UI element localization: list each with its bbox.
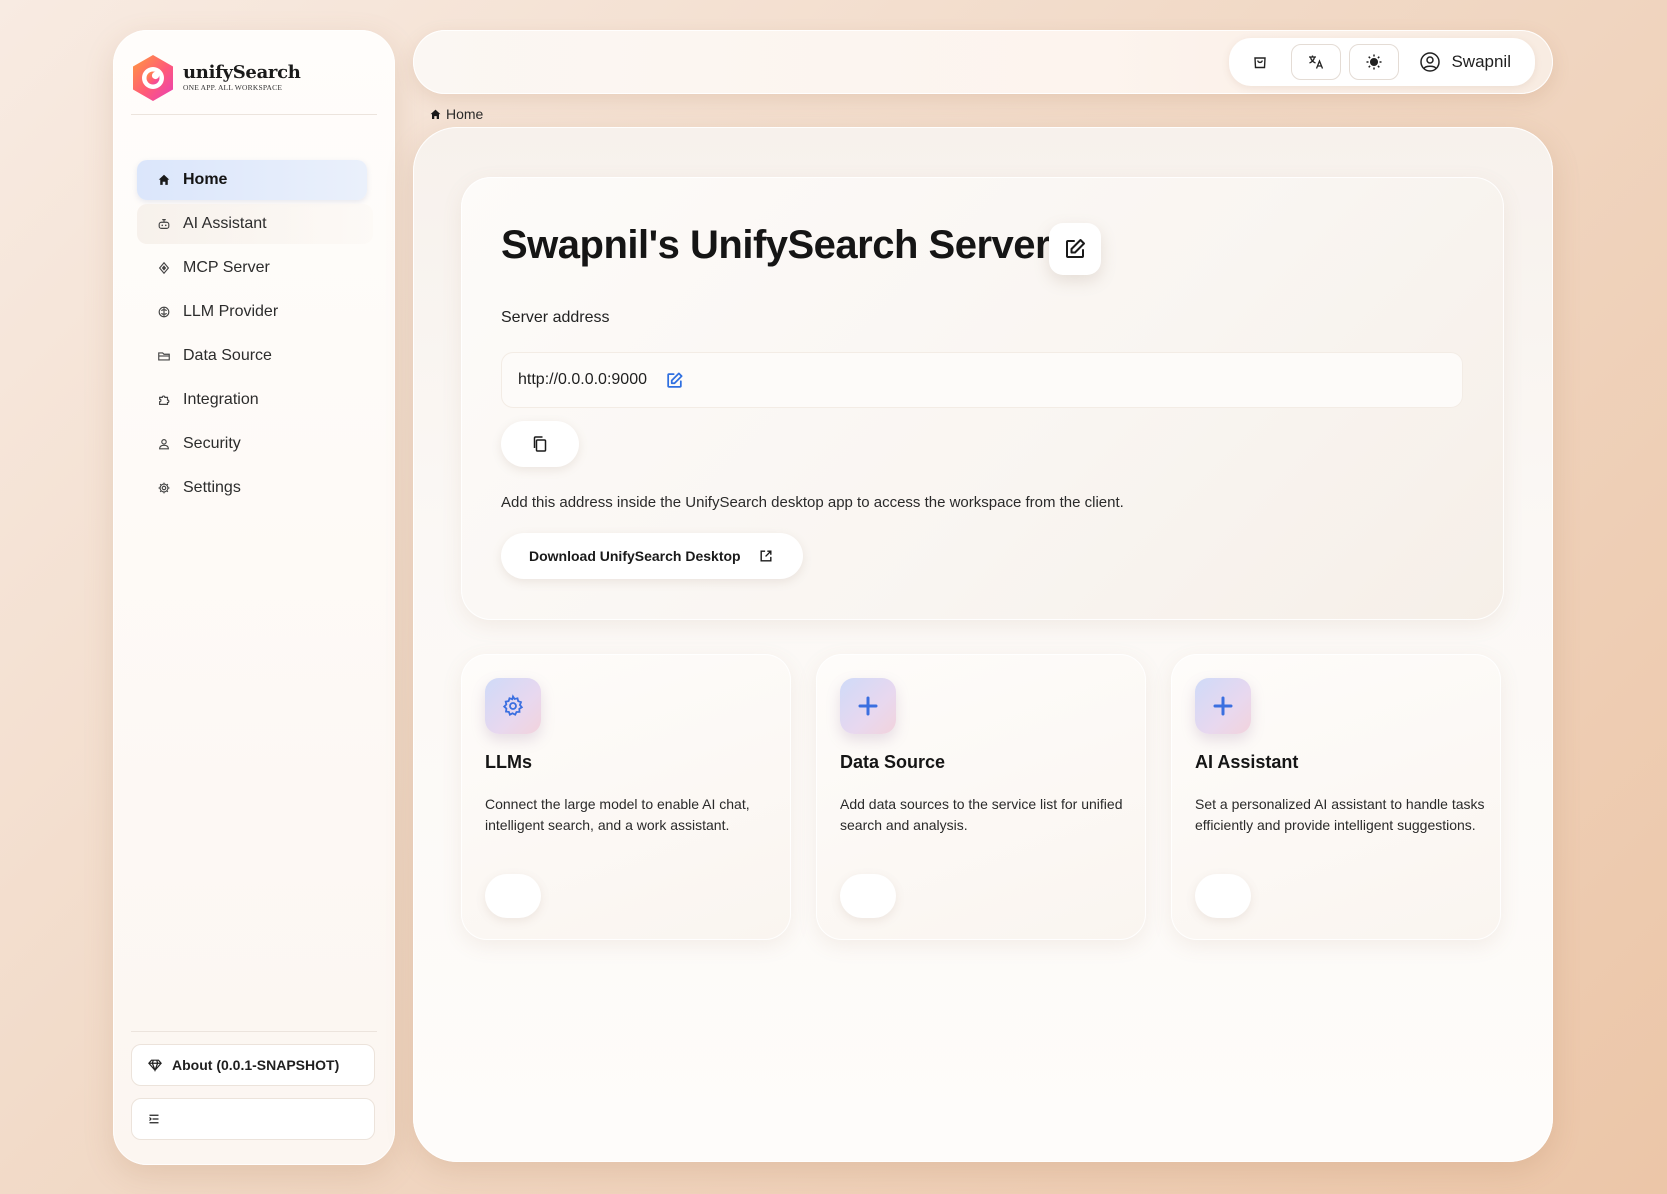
sidebar-item-data-source[interactable]: Data Source [137, 336, 373, 376]
feature-card-data-source: Data Source Add data sources to the serv… [816, 654, 1146, 940]
sidebar-divider [131, 114, 377, 115]
feature-action-button[interactable] [840, 874, 896, 918]
sidebar-nav: Home AI Assistant MCP Server LLM Provide… [137, 160, 373, 512]
home-icon [158, 174, 170, 185]
edit-address-icon[interactable] [665, 371, 684, 390]
feature-card-ai-assistant: AI Assistant Set a personalized AI assis… [1171, 654, 1501, 940]
feature-action-button[interactable] [485, 874, 541, 918]
server-address-field: http://0.0.0.0:9000 [501, 352, 1463, 408]
unifysearch-logo-icon [133, 55, 173, 101]
breadcrumb-home[interactable]: Home [446, 106, 483, 122]
robot-icon [158, 219, 170, 229]
sidebar-item-label: Data Source [183, 347, 272, 364]
about-label: About (0.0.1-SNAPSHOT) [172, 1057, 340, 1073]
feature-card-llms: LLMs Connect the large model to enable A… [461, 654, 791, 940]
download-label: Download UnifySearch Desktop [529, 548, 741, 564]
feature-description: Add data sources to the service list for… [840, 796, 1123, 833]
sidebar-item-ai-assistant[interactable]: AI Assistant [137, 204, 373, 244]
feature-title: Data Source [840, 752, 946, 772]
edit-title-button[interactable] [1049, 223, 1101, 275]
puzzle-icon [159, 395, 170, 405]
sidebar-item-integration[interactable]: Integration [137, 380, 373, 420]
store-button[interactable] [1235, 44, 1285, 80]
store-icon [1254, 57, 1266, 69]
copy-icon [533, 436, 547, 452]
download-desktop-button[interactable]: Download UnifySearch Desktop [501, 533, 803, 579]
top-actions: Swapnil [1229, 38, 1535, 86]
sidebar-item-label: Integration [183, 391, 259, 408]
feature-action-button[interactable] [1195, 874, 1251, 918]
server-card: Swapnil's UnifySearch Server Server addr… [461, 177, 1504, 620]
diamond-icon [148, 1059, 162, 1072]
sidebar-item-security[interactable]: Security [137, 424, 373, 464]
plus-icon [1213, 696, 1233, 716]
server-hint-text: Add this address inside the UnifySearch … [501, 494, 1124, 511]
server-address-value: http://0.0.0.0:9000 [518, 371, 647, 388]
brand-logo[interactable]: unifySearch ONE APP. ALL WORKSPACE [131, 54, 301, 102]
language-button[interactable] [1291, 44, 1341, 80]
sun-icon [1366, 54, 1382, 70]
user-name: Swapnil [1451, 52, 1511, 71]
sidebar-item-home[interactable]: Home [137, 160, 367, 200]
page-title: Swapnil's UnifySearch Server [501, 223, 1051, 267]
about-button[interactable]: About (0.0.1-SNAPSHOT) [131, 1044, 375, 1086]
menu-collapse-icon [149, 1114, 159, 1124]
sidebar-divider [131, 1031, 377, 1032]
feature-icon-tile[interactable] [485, 678, 541, 734]
sidebar-item-label: Settings [183, 479, 241, 496]
collapse-sidebar-button[interactable] [131, 1098, 375, 1140]
sidebar-item-settings[interactable]: Settings [137, 468, 373, 508]
feature-description: Connect the large model to enable AI cha… [485, 796, 750, 833]
feature-description: Set a personalized AI assistant to handl… [1195, 796, 1485, 833]
sidebar-item-label: Home [183, 171, 228, 188]
copy-address-button[interactable] [501, 421, 579, 467]
server-address-label: Server address [501, 309, 610, 326]
sidebar: unifySearch ONE APP. ALL WORKSPACE Home … [113, 30, 395, 1165]
sidebar-item-mcp-server[interactable]: MCP Server [137, 248, 373, 288]
main-panel: Swapnil's UnifySearch Server Server addr… [413, 127, 1553, 1162]
mcp-icon [158, 261, 170, 275]
breadcrumb: Home [429, 106, 483, 122]
feature-title: LLMs [485, 752, 532, 772]
sidebar-item-label: LLM Provider [183, 303, 279, 320]
gear-icon [502, 694, 524, 716]
gear-icon [158, 482, 170, 494]
sidebar-item-label: Security [183, 435, 241, 452]
folder-icon [158, 352, 170, 361]
feature-title: AI Assistant [1195, 752, 1299, 772]
user-circle-icon [1420, 52, 1441, 72]
home-icon [430, 109, 441, 119]
sidebar-item-label: MCP Server [183, 259, 270, 276]
feature-icon-tile[interactable] [840, 678, 896, 734]
brand-name: unifySearch [183, 62, 301, 83]
edit-icon [1066, 239, 1085, 258]
top-bar: Swapnil [413, 30, 1553, 94]
user-menu[interactable]: Swapnil [1419, 38, 1511, 86]
plus-icon [858, 696, 878, 716]
brand-tagline: ONE APP. ALL WORKSPACE [183, 83, 283, 92]
theme-toggle-button[interactable] [1349, 44, 1399, 80]
translate-icon [1309, 55, 1324, 69]
feature-icon-tile[interactable] [1195, 678, 1251, 734]
external-link-icon [760, 550, 772, 562]
sidebar-item-label: AI Assistant [183, 215, 267, 232]
sidebar-item-llm-provider[interactable]: LLM Provider [137, 292, 373, 332]
user-lock-icon [159, 439, 169, 450]
llm-icon [158, 306, 170, 318]
